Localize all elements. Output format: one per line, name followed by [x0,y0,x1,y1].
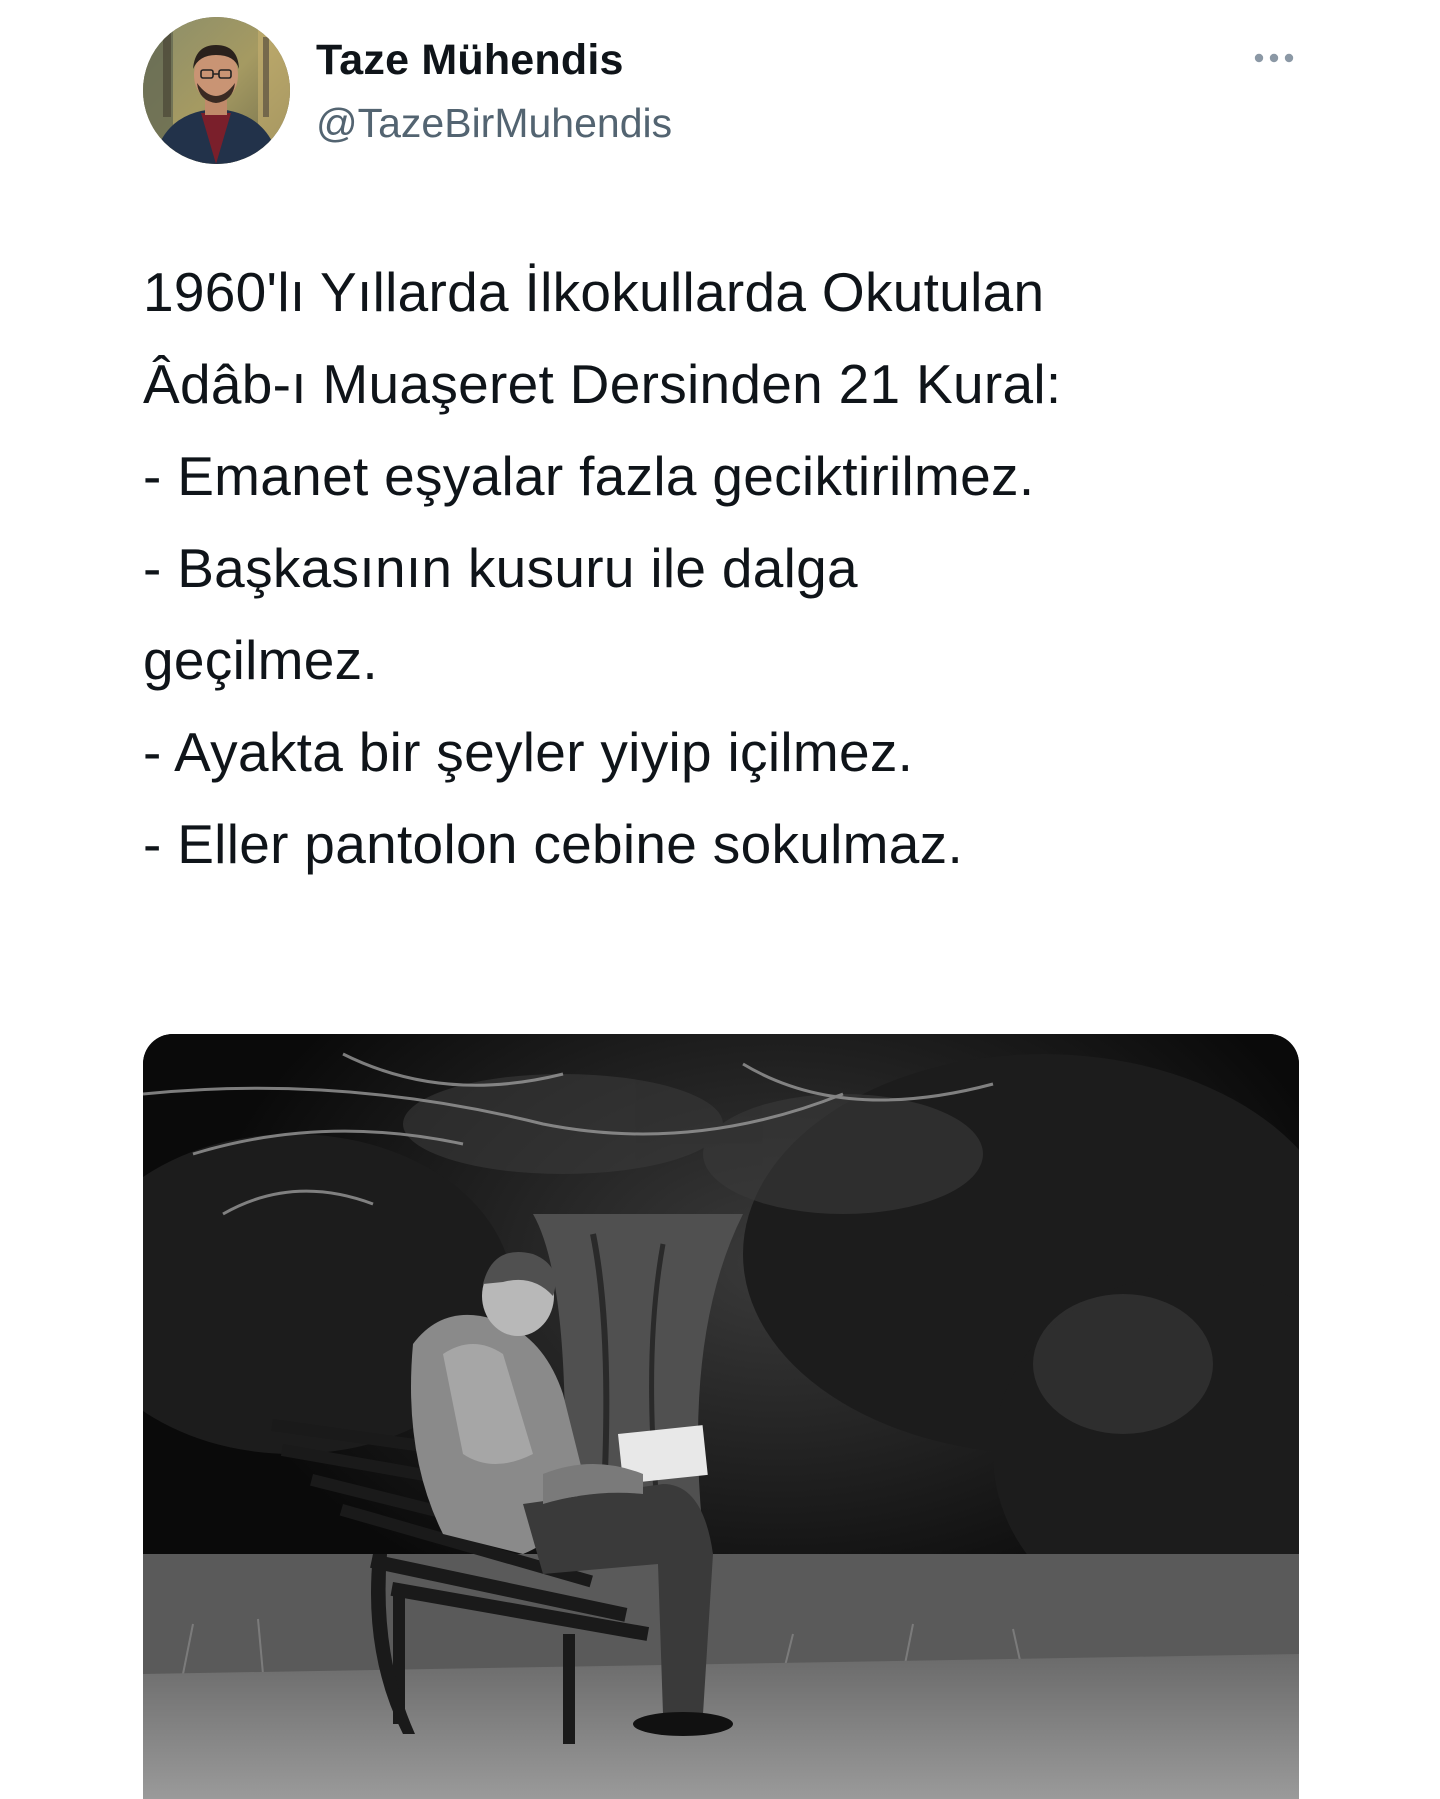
park-bench-photo-icon [143,1034,1299,1799]
rule-item: - Ayakta bir şeyler yiyip içilmez. [143,721,914,783]
author-avatar[interactable] [143,17,290,164]
rule-item: - Başkasının kusuru ile dalga [143,537,858,599]
more-options-button[interactable] [1248,38,1300,78]
rule-item-continuation: geçilmez. [143,629,378,691]
tweet-intro-line: 1960'lı Yıllarda İlkokullarda Okutulan [143,261,1045,323]
tweet-text: 1960'lı Yıllarda İlkokullarda Okutulan Â… [143,246,1323,890]
tweet-card: Taze Mühendis @TazeBirMuhendis 1960'lı Y… [0,0,1440,1799]
tweet-photo[interactable] [143,1034,1299,1799]
author-handle[interactable]: @TazeBirMuhendis [316,98,672,148]
rule-item: - Eller pantolon cebine sokulmaz. [143,813,964,875]
author-display-name[interactable]: Taze Mühendis [316,34,624,86]
more-horizontal-icon [1254,53,1294,63]
avatar-photo-icon [143,17,290,164]
rule-item: - Emanet eşyalar fazla geciktirilmez. [143,445,1035,507]
tweet-intro-line: Âdâb-ı Muaşeret Dersinden 21 Kural: [143,353,1062,415]
